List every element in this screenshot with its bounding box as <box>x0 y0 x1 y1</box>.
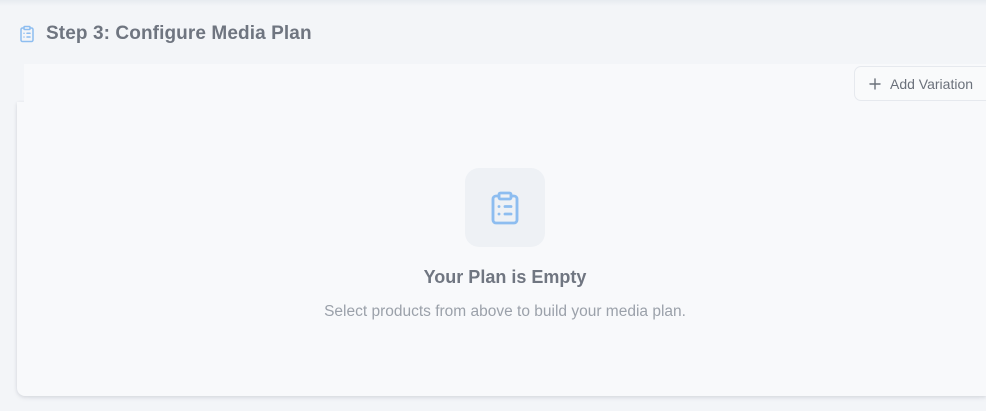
clipboard-list-icon <box>491 191 519 224</box>
add-variation-button[interactable]: Add Variation <box>854 66 986 101</box>
top-divider-shadow <box>0 0 986 6</box>
media-plan-panel <box>17 102 986 396</box>
clipboard-list-icon <box>20 25 34 43</box>
empty-state-title: Your Plan is Empty <box>423 267 587 287</box>
empty-state-subtitle: Select products from above to build your… <box>324 303 686 320</box>
page-title: Step 3: Configure Media Plan <box>46 23 312 44</box>
plus-icon <box>869 77 881 90</box>
section-header: Step 3: Configure Media Plan <box>18 22 312 46</box>
empty-state-icon-container <box>465 168 545 247</box>
panel-top-join <box>24 96 986 108</box>
add-variation-label: Add Variation <box>890 75 974 92</box>
